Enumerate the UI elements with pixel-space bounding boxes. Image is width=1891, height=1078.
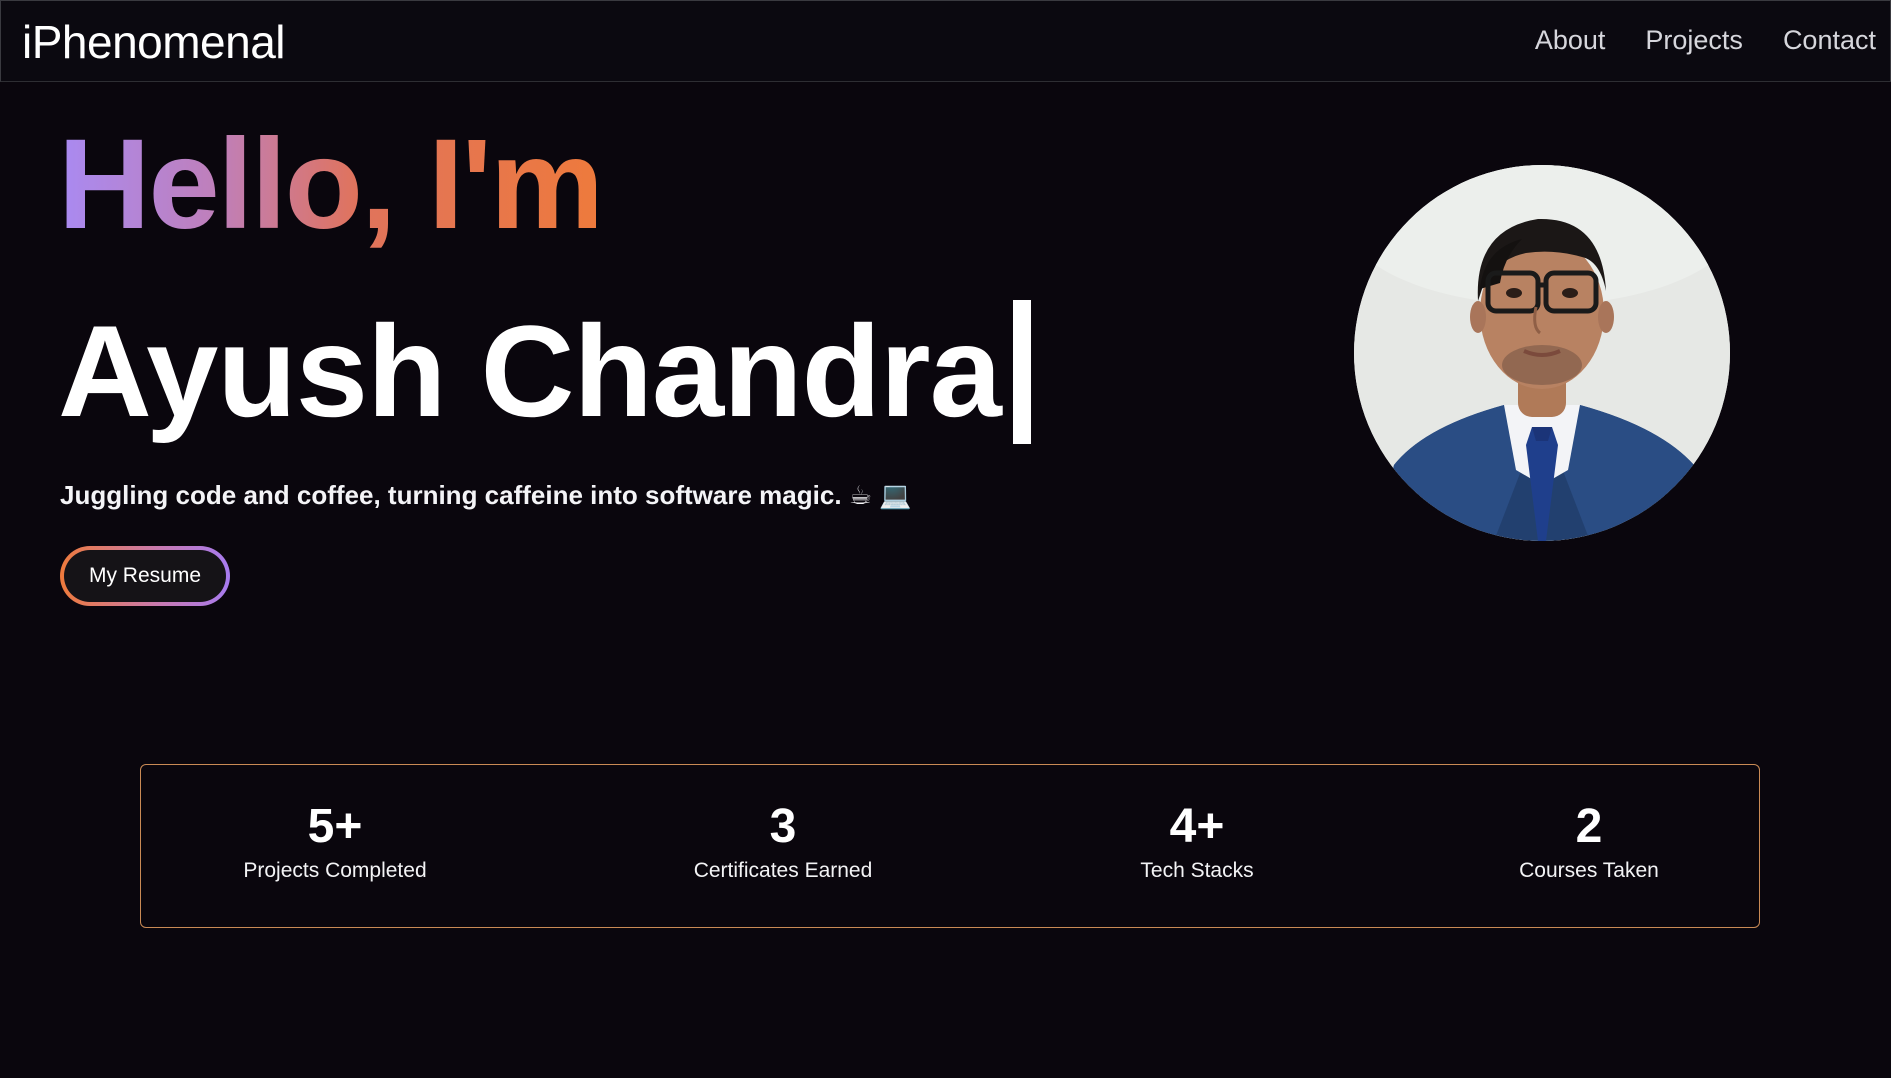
- resume-button-label: My Resume: [64, 550, 226, 602]
- stat-certificates: 3 Certificates Earned: [633, 803, 933, 883]
- profile-photo-illustration: [1354, 165, 1730, 541]
- hero-tagline: Juggling code and coffee, turning caffei…: [60, 480, 912, 510]
- profile-avatar: [1354, 165, 1730, 541]
- typing-cursor: [1012, 300, 1031, 444]
- stat-label: Tech Stacks: [1140, 859, 1254, 882]
- nav-link-contact[interactable]: Contact: [1783, 25, 1876, 56]
- stat-value: 2: [1575, 800, 1603, 853]
- stat-projects: 5+ Projects Completed: [185, 803, 485, 883]
- stat-value: 3: [769, 800, 797, 853]
- nav-link-projects[interactable]: Projects: [1645, 25, 1743, 56]
- stat-label: Projects Completed: [243, 859, 427, 882]
- navbar: iPhenomenal About Projects Contact: [0, 0, 1891, 82]
- stat-courses: 2 Courses Taken: [1439, 803, 1739, 883]
- stat-label: Certificates Earned: [693, 859, 873, 882]
- hero-name-line: Ayush Chandra: [58, 300, 1031, 444]
- stats-panel: 5+ Projects Completed 3 Certificates Ear…: [140, 764, 1760, 928]
- nav-link-about[interactable]: About: [1535, 25, 1606, 56]
- stat-value: 4+: [1169, 800, 1225, 853]
- hero-greeting: Hello, I'm: [58, 113, 604, 256]
- stat-label: Courses Taken: [1519, 859, 1659, 882]
- nav-links: About Projects Contact: [1535, 25, 1876, 56]
- stat-value: 5+: [307, 800, 363, 853]
- resume-button[interactable]: My Resume: [60, 546, 230, 606]
- stat-tech-stacks: 4+ Tech Stacks: [1047, 803, 1347, 883]
- brand-logo[interactable]: iPhenomenal: [22, 15, 286, 69]
- hero-name: Ayush Chandra: [58, 298, 1002, 444]
